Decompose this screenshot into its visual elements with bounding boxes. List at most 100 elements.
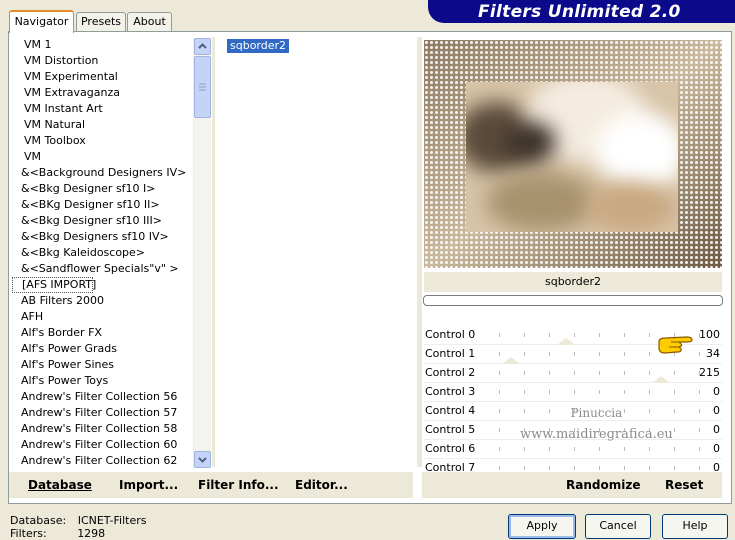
slider-tick xyxy=(574,390,575,394)
slider-tick xyxy=(624,333,625,337)
slider-tick xyxy=(524,390,525,394)
slider-thumb[interactable] xyxy=(652,376,671,383)
slider-thumb[interactable] xyxy=(501,357,520,364)
import-button[interactable]: Import... xyxy=(119,478,178,492)
tab-presets[interactable]: Presets xyxy=(76,12,126,31)
category-item[interactable]: Alf's Power Toys xyxy=(12,373,192,389)
category-item[interactable]: Alf's Power Grads xyxy=(12,341,192,357)
category-item[interactable]: VM Instant Art xyxy=(12,101,192,117)
category-item[interactable]: &<Bkg Designer sf10 I> xyxy=(12,181,192,197)
slider-tick xyxy=(574,352,575,356)
slider-tick xyxy=(524,466,525,470)
slider-tick xyxy=(599,352,600,356)
category-item[interactable]: Alf's Power Sines xyxy=(12,357,192,373)
category-item[interactable]: [AFS IMPORT] xyxy=(12,277,96,293)
tab-about[interactable]: About xyxy=(127,12,172,31)
scroll-down-button[interactable] xyxy=(194,451,211,468)
watermark: Pinuccia www.maidiregrafica.eu xyxy=(520,402,673,446)
control-value: 0 xyxy=(713,404,720,417)
grip-icon xyxy=(199,83,206,91)
slider-tick xyxy=(549,352,550,356)
slider-tick xyxy=(574,333,575,337)
slider-tick xyxy=(674,428,675,432)
slider-tick xyxy=(574,447,575,451)
database-label: Database: xyxy=(10,514,67,527)
slider-tick xyxy=(624,390,625,394)
watermark-url: www.maidiregrafica.eu xyxy=(520,427,673,442)
cancel-button[interactable]: Cancel xyxy=(585,514,651,539)
slider-tick xyxy=(524,333,525,337)
slider-tick xyxy=(624,466,625,470)
control-value: 34 xyxy=(706,347,720,360)
slider-tick xyxy=(549,371,550,375)
category-item[interactable]: &<Bkg Designers sf10 IV> xyxy=(12,229,192,245)
filter-list[interactable]: sqborder2 xyxy=(221,37,416,467)
category-item[interactable]: &<BKg Designer sf10 II> xyxy=(12,197,192,213)
slider-tick xyxy=(524,447,525,451)
slider-tick xyxy=(599,466,600,470)
category-item[interactable]: Alf's Border FX xyxy=(12,325,192,341)
preview-divider xyxy=(417,37,422,467)
database-button[interactable]: Database xyxy=(28,478,92,492)
slider-tick xyxy=(499,466,500,470)
reset-button[interactable]: Reset xyxy=(665,478,703,492)
category-item[interactable]: VM Distortion xyxy=(12,53,192,69)
category-item[interactable]: AB Filters 2000 xyxy=(12,293,192,309)
slider-tick xyxy=(599,447,600,451)
category-list[interactable]: VM 1 VM Distortion VM Experimental VM Extra… xyxy=(12,37,192,467)
category-item[interactable]: Andrew's Filter Collection 57 xyxy=(12,405,192,421)
slider-tick xyxy=(499,390,500,394)
control-value: 0 xyxy=(713,423,720,436)
status-database: Database: ICNET-Filters xyxy=(10,514,146,527)
slider-tick xyxy=(599,371,600,375)
control-label: Control 5 xyxy=(425,423,476,436)
scroll-thumb[interactable] xyxy=(194,56,211,118)
category-item[interactable]: &<Bkg Designer sf10 III> xyxy=(12,213,192,229)
control-label: Control 0 xyxy=(425,328,476,341)
randomize-button[interactable]: Randomize xyxy=(566,478,640,492)
slider-tick xyxy=(499,447,500,451)
category-item[interactable]: VM Toolbox xyxy=(12,133,192,149)
filter-item-selected[interactable]: sqborder2 xyxy=(227,39,290,53)
slider-tick xyxy=(674,466,675,470)
slider-tick xyxy=(499,371,500,375)
progress-bar xyxy=(423,295,723,306)
category-item[interactable]: VM Extravaganza xyxy=(12,85,192,101)
help-button[interactable]: Help xyxy=(662,514,728,539)
category-item[interactable]: VM Experimental xyxy=(12,69,192,85)
category-item[interactable]: Andrew's Filter Collection 60 xyxy=(12,437,192,453)
slider-tick xyxy=(599,333,600,337)
category-item[interactable]: &<Sandflower Specials"v" > xyxy=(12,261,192,277)
category-item[interactable]: Andrew's Filter Collection 56 xyxy=(12,389,192,405)
category-item[interactable]: VM Natural xyxy=(12,117,192,133)
control-label: Control 1 xyxy=(425,347,476,360)
apply-button[interactable]: Apply xyxy=(508,514,576,539)
slider-tick xyxy=(549,390,550,394)
filters-count: 1298 xyxy=(77,527,106,540)
control-value: 0 xyxy=(713,442,720,455)
category-item[interactable]: VM 1 xyxy=(12,37,192,53)
slider-tick xyxy=(649,371,650,375)
category-item[interactable]: Andrew's Filter Collection 58 xyxy=(12,421,192,437)
filter-name-label: sqborder2 xyxy=(424,272,722,292)
control-label: Control 4 xyxy=(425,404,476,417)
control-label: Control 2 xyxy=(425,366,476,379)
category-item[interactable]: &<Background Designers IV> xyxy=(12,165,192,181)
scroll-up-button[interactable] xyxy=(194,38,211,55)
editor-button[interactable]: Editor... xyxy=(295,478,348,492)
tab-navigator[interactable]: Navigator xyxy=(9,10,74,33)
category-item[interactable]: &<Bkg Kaleidoscope> xyxy=(12,245,192,261)
category-scrollbar[interactable] xyxy=(193,38,211,468)
slider-thumb[interactable] xyxy=(556,338,575,345)
control-value: 0 xyxy=(713,385,720,398)
category-item[interactable]: Andrew's Filter Collection 62 xyxy=(12,453,192,467)
slider-tick xyxy=(674,390,675,394)
filter-info-button[interactable]: Filter Info... xyxy=(198,478,279,492)
slider-tick xyxy=(499,333,500,337)
category-item[interactable]: VM xyxy=(12,149,192,165)
control-row[interactable]: Control 3 0 xyxy=(424,383,722,402)
slider-tick xyxy=(499,428,500,432)
slider-tick xyxy=(649,390,650,394)
category-item[interactable]: AFH xyxy=(12,309,192,325)
control-row[interactable]: Control 2 215 xyxy=(424,364,722,383)
